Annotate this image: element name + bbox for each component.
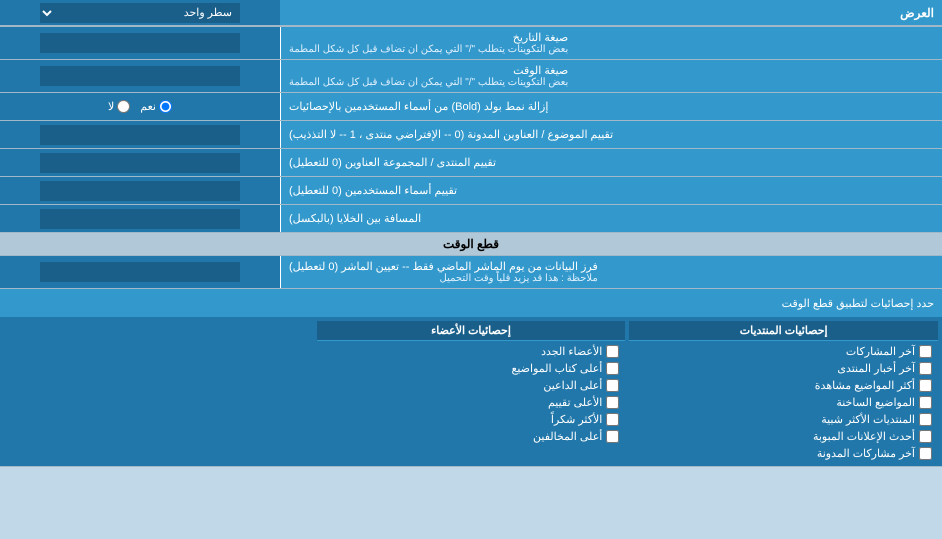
stats-col-members: إحصائيات الأعضاء الأعضاء الجدد أعلى كتاب… [317, 321, 626, 462]
label-most-viewed[interactable]: أكثر المواضيع مشاهدة [815, 379, 915, 392]
cutoff-input[interactable]: 0 [40, 262, 240, 282]
label-top-violators[interactable]: أعلى المخالفين [533, 430, 602, 443]
label-top-rated[interactable]: الأعلى تقييم [548, 396, 602, 409]
date-format-label: صيغة التاريخ بعض التكوينات يتطلب "/" الت… [280, 27, 942, 59]
stats-limit-label: حدد إحصائيات لتطبيق قطع الوقت [8, 297, 934, 310]
stats-item-3: أكثر المواضيع مشاهدة [629, 377, 938, 394]
label-last-posts[interactable]: آخر المشاركات [846, 345, 915, 358]
checkbox-forum-news[interactable] [919, 362, 932, 375]
cutoff-section-header: قطع الوقت [0, 233, 942, 256]
checkbox-top-callers[interactable] [606, 379, 619, 392]
checkbox-most-viewed[interactable] [919, 379, 932, 392]
sort-topics-input-container: 33 [0, 121, 280, 148]
time-format-input-container: H:i [0, 60, 280, 92]
label-new-members[interactable]: الأعضاء الجدد [541, 345, 602, 358]
stats-col2-header: إحصائيات الأعضاء [317, 321, 626, 341]
sort-forum-row: تقييم المنتدى / المجموعة العناوين (0 للت… [0, 149, 942, 177]
header-label: العرض [280, 0, 942, 26]
stats-grid: إحصائيات المنتديات آخر المشاركات آخر أخب… [0, 317, 942, 466]
label-most-thanked[interactable]: الأكثر شكراً [551, 413, 602, 426]
stats-limit-row: حدد إحصائيات لتطبيق قطع الوقت [0, 289, 942, 317]
gap-label: المسافة بين الخلايا (بالبكسل) [280, 205, 942, 232]
stats-item-4: المواضيع الساخنة [629, 394, 938, 411]
checkbox-new-members[interactable] [606, 345, 619, 358]
header-select-container: سطر واحدسطرينثلاثة أسطر [0, 0, 280, 26]
label-most-similar[interactable]: المنتديات الأكثر شبية [821, 413, 915, 426]
sort-users-label: تقييم أسماء المستخدمين (0 للتعطيل) [280, 177, 942, 204]
label-top-callers[interactable]: أعلى الداعين [543, 379, 602, 392]
display-select[interactable]: سطر واحدسطرينثلاثة أسطر [40, 3, 240, 23]
gap-input[interactable]: 2 [40, 209, 240, 229]
sort-users-input-container: 0 [0, 177, 280, 204]
date-format-input[interactable]: d-m [40, 33, 240, 53]
stats-item-m5: الأكثر شكراً [317, 411, 626, 428]
remove-bold-row: إزالة نمط بولد (Bold) من أسماء المستخدمي… [0, 93, 942, 121]
remove-bold-label: إزالة نمط بولد (Bold) من أسماء المستخدمي… [280, 93, 942, 120]
stats-col-forums: إحصائيات المنتديات آخر المشاركات آخر أخب… [629, 321, 938, 462]
stats-col1-header: إحصائيات المنتديات [629, 321, 938, 341]
stats-section: حدد إحصائيات لتطبيق قطع الوقت إحصائيات ا… [0, 289, 942, 467]
label-forum-news[interactable]: آخر أخبار المنتدى [837, 362, 915, 375]
sort-topics-row: تقييم الموضوع / العناوين المدونة (0 -- ا… [0, 121, 942, 149]
checkbox-classifieds[interactable] [919, 430, 932, 443]
sort-topics-label: تقييم الموضوع / العناوين المدونة (0 -- ا… [280, 121, 942, 148]
checkbox-blog-posts[interactable] [919, 447, 932, 460]
cutoff-label: فرز البيانات من يوم الماشر الماضي فقط --… [280, 256, 942, 288]
stats-item-2: آخر أخبار المنتدى [629, 360, 938, 377]
time-format-label: صيغة الوقت بعض التكوينات يتطلب "/" التي … [280, 60, 942, 92]
stats-item-m3: أعلى الداعين [317, 377, 626, 394]
radio-yes[interactable] [159, 100, 172, 113]
stats-item-7: آخر مشاركات المدونة [629, 445, 938, 462]
stats-item-m4: الأعلى تقييم [317, 394, 626, 411]
sort-forum-label: تقييم المنتدى / المجموعة العناوين (0 للت… [280, 149, 942, 176]
main-container: العرض سطر واحدسطرينثلاثة أسطر صيغة التار… [0, 0, 942, 467]
cutoff-row: فرز البيانات من يوم الماشر الماضي فقط --… [0, 256, 942, 289]
label-top-writers[interactable]: أعلى كتاب المواضيع [512, 362, 603, 375]
header-row: العرض سطر واحدسطرينثلاثة أسطر [0, 0, 942, 27]
stats-item-m2: أعلى كتاب المواضيع [317, 360, 626, 377]
checkbox-top-rated[interactable] [606, 396, 619, 409]
gap-row: المسافة بين الخلايا (بالبكسل) 2 [0, 205, 942, 233]
checkbox-most-thanked[interactable] [606, 413, 619, 426]
stats-col-extra [4, 321, 313, 462]
date-format-input-container: d-m [0, 27, 280, 59]
radio-yes-label[interactable]: نعم [140, 100, 172, 113]
checkbox-top-violators[interactable] [606, 430, 619, 443]
label-blog-posts[interactable]: آخر مشاركات المدونة [817, 447, 915, 460]
remove-bold-input-container: نعم لا [0, 93, 280, 120]
time-format-row: صيغة الوقت بعض التكوينات يتطلب "/" التي … [0, 60, 942, 93]
stats-item-5: المنتديات الأكثر شبية [629, 411, 938, 428]
sort-forum-input-container: 33 [0, 149, 280, 176]
cutoff-input-container: 0 [0, 256, 280, 288]
stats-item-m1: الأعضاء الجدد [317, 343, 626, 360]
sort-users-input[interactable]: 0 [40, 181, 240, 201]
gap-input-container: 2 [0, 205, 280, 232]
checkbox-top-writers[interactable] [606, 362, 619, 375]
sort-topics-input[interactable]: 33 [40, 125, 240, 145]
checkbox-most-similar[interactable] [919, 413, 932, 426]
checkbox-hot-topics[interactable] [919, 396, 932, 409]
checkbox-last-posts[interactable] [919, 345, 932, 358]
stats-item-1: آخر المشاركات [629, 343, 938, 360]
sort-users-row: تقييم أسماء المستخدمين (0 للتعطيل) 0 [0, 177, 942, 205]
stats-item-m6: أعلى المخالفين [317, 428, 626, 445]
stats-item-6: أحدث الإعلانات المبوبة [629, 428, 938, 445]
radio-no-label[interactable]: لا [108, 100, 130, 113]
label-classifieds[interactable]: أحدث الإعلانات المبوبة [813, 430, 915, 443]
radio-no[interactable] [117, 100, 130, 113]
date-format-row: صيغة التاريخ بعض التكوينات يتطلب "/" الت… [0, 27, 942, 60]
sort-forum-input[interactable]: 33 [40, 153, 240, 173]
time-format-input[interactable]: H:i [40, 66, 240, 86]
label-hot-topics[interactable]: المواضيع الساخنة [836, 396, 915, 409]
